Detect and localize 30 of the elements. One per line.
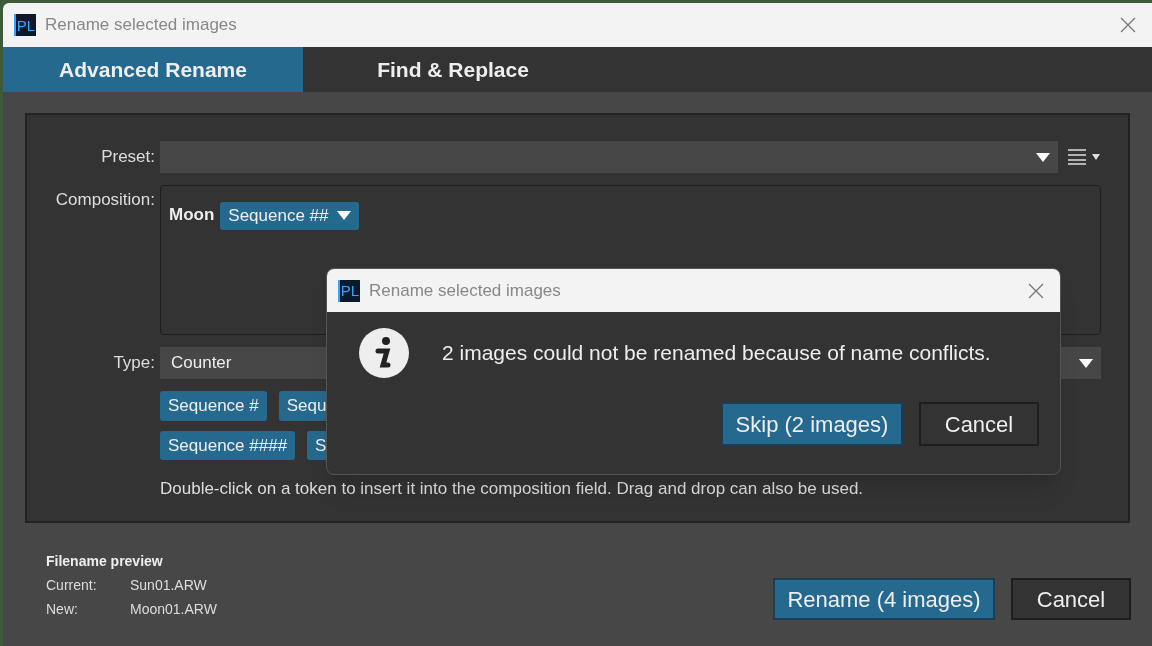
field-label: Type: — [112, 352, 156, 375]
preview-value: Moon01.ARW — [130, 600, 217, 619]
primary-button[interactable]: Skip (2 images) — [721, 402, 903, 446]
info-icon — [358, 327, 410, 379]
close-icon[interactable] — [1120, 17, 1136, 33]
window-title: Rename selected images — [45, 14, 237, 37]
field-label: Composition: — [54, 189, 156, 211]
preview-label: New: — [46, 600, 79, 619]
app-logo-icon: PL — [338, 279, 360, 302]
list-menu-icon[interactable] — [1068, 148, 1102, 166]
dialog-message: 2 images could not be renamed because of name conflicts. — [442, 340, 991, 367]
dialog-title: Rename selected images — [369, 279, 561, 302]
token-chip[interactable]: Sequence #### — [160, 430, 296, 460]
preview-title: Filename preview — [46, 552, 164, 571]
field-label: Preset: — [100, 146, 156, 169]
caret-icon — [1079, 358, 1093, 368]
cancel-button[interactable]: Cancel — [919, 402, 1039, 446]
preview-label: Current: — [46, 576, 98, 595]
primary-button[interactable]: Rename (4 images) — [773, 578, 995, 620]
close-icon[interactable] — [1028, 282, 1044, 299]
composition-text: Moon — [169, 204, 215, 226]
tab[interactable]: Advanced Rename — [3, 47, 303, 92]
hint-text: Double-click on a token to insert it into the composition field. Drag and drop can also be used. — [160, 478, 865, 500]
sequence-token[interactable]: Sequence ## — [220, 202, 359, 230]
cancel-button[interactable]: Cancel — [1011, 578, 1131, 620]
app-logo-icon: PL — [14, 14, 36, 36]
preview-value: Sun01.ARW — [130, 576, 207, 595]
token-caret-icon — [336, 211, 351, 221]
token-chip[interactable]: Sequence # — [160, 391, 267, 421]
caret-icon — [1036, 152, 1050, 162]
